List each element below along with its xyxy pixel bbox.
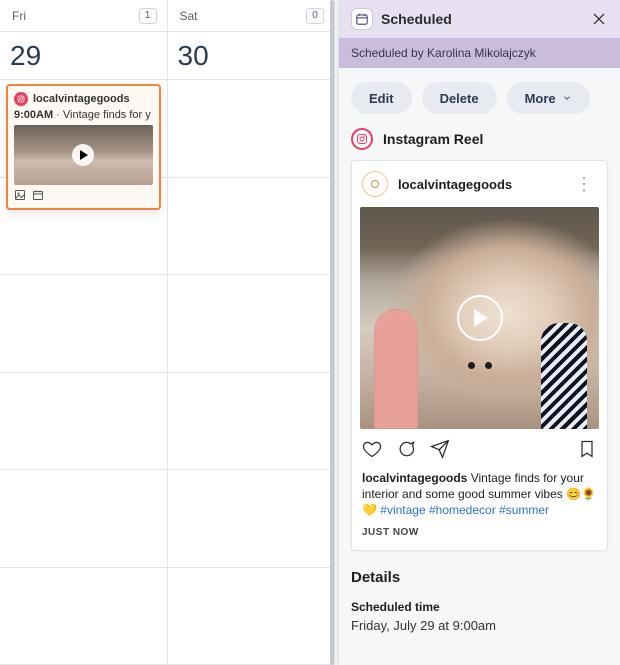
time-slot[interactable] (168, 275, 335, 373)
day-post-count: 0 (306, 8, 324, 24)
scheduled-time-label: Scheduled time (351, 600, 608, 614)
delete-button[interactable]: Delete (422, 82, 497, 114)
time-slot[interactable] (168, 568, 335, 665)
weekday-header: Sat 0 (168, 0, 335, 32)
more-button[interactable]: More (507, 82, 590, 114)
heart-icon[interactable] (362, 439, 382, 464)
time-slot[interactable] (168, 80, 335, 178)
time-slot[interactable] (168, 470, 335, 568)
day-post-count: 1 (139, 8, 157, 24)
panel-title-text: Scheduled (381, 11, 452, 27)
share-icon[interactable] (430, 439, 450, 464)
posted-time: JUST NOW (352, 527, 607, 550)
scheduled-icon (351, 8, 373, 30)
instagram-icon (351, 128, 373, 150)
event-time-caption: 9:00AM · Vintage finds for y (14, 109, 153, 121)
preview-account: localvintagegoods (398, 177, 512, 192)
media-preview[interactable] (360, 207, 599, 429)
decor (374, 309, 418, 429)
weekday-header: Fri 1 (0, 0, 167, 32)
time-slot[interactable] (0, 470, 167, 568)
post-preview: localvintagegoods ⋮ localvintagegoods Vi… (351, 160, 608, 551)
calendar-column-fri: Fri 1 29 localvintagegoods 9:00AM · Vint… (0, 0, 168, 665)
time-slot[interactable] (0, 568, 167, 665)
close-button[interactable] (588, 8, 610, 30)
weekday-label: Sat (180, 9, 198, 23)
avatar (362, 171, 388, 197)
time-slot[interactable] (168, 178, 335, 276)
play-icon (72, 144, 94, 166)
details-heading: Details (351, 569, 608, 586)
caption: localvintagegoods Vintage finds for your… (352, 470, 607, 527)
panel-subtitle: Scheduled by Karolina Mikolajczyk (339, 38, 620, 68)
platform-label: Instagram Reel (383, 131, 483, 147)
time-slot[interactable] (0, 178, 167, 276)
decor (541, 323, 587, 429)
comment-icon[interactable] (396, 439, 416, 464)
time-slot[interactable] (0, 275, 167, 373)
calendar-column-sat: Sat 0 30 (168, 0, 336, 665)
platform-row: Instagram Reel (339, 128, 620, 160)
instagram-icon (14, 92, 28, 106)
weekday-label: Fri (12, 9, 26, 23)
time-slot[interactable] (168, 373, 335, 471)
time-slot[interactable]: localvintagegoods 9:00AM · Vintage finds… (0, 80, 167, 178)
calendar: Fri 1 29 localvintagegoods 9:00AM · Vint… (0, 0, 335, 665)
panel-header: Scheduled (339, 0, 620, 38)
scrollbar[interactable] (330, 0, 334, 665)
chevron-down-icon (562, 93, 572, 103)
details-section: Details Scheduled time Friday, July 29 a… (339, 551, 620, 633)
event-thumbnail (14, 125, 153, 185)
bookmark-icon[interactable] (577, 439, 597, 464)
scheduled-time-value: Friday, July 29 at 9:00am (351, 618, 608, 633)
panel-actions: Edit Delete More (339, 68, 620, 128)
date-number: 30 (168, 32, 335, 80)
event-account: localvintagegoods (33, 93, 130, 105)
date-number: 29 (0, 32, 167, 80)
play-icon[interactable] (457, 295, 503, 341)
time-slot[interactable] (0, 373, 167, 471)
edit-button[interactable]: Edit (351, 82, 412, 114)
decor (468, 362, 492, 369)
detail-panel: Scheduled Scheduled by Karolina Mikolajc… (338, 0, 620, 665)
more-options-icon[interactable]: ⋮ (571, 174, 597, 195)
